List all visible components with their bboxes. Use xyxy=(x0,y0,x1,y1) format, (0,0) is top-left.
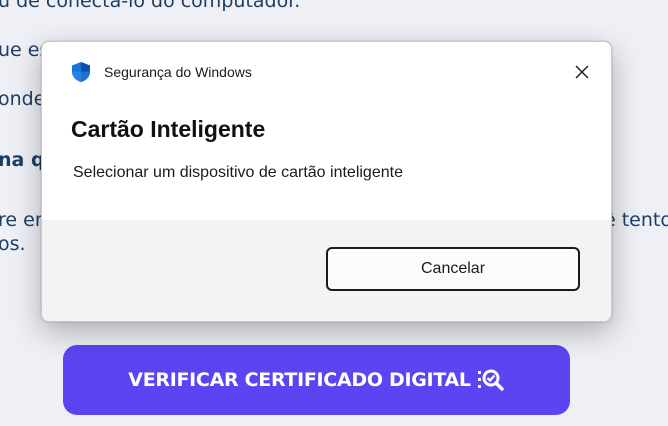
verify-button-label: VERIFICAR CERTIFICADO DIGITAL xyxy=(128,369,471,391)
dialog-title: Cartão Inteligente xyxy=(71,116,266,142)
bg-text-line: na q xyxy=(0,149,45,171)
windows-security-dialog: Segurança do Windows Cartão Inteligente … xyxy=(41,41,612,322)
cancel-button[interactable]: Cancelar xyxy=(326,247,580,291)
bg-text-line: onde xyxy=(0,88,46,110)
bg-text-line: u de conectá-lo do computador. xyxy=(0,0,301,12)
dialog-header: Segurança do Windows xyxy=(70,60,252,84)
dialog-footer: Cancelar xyxy=(42,220,611,321)
bg-text-line: os. xyxy=(0,233,26,255)
search-check-icon xyxy=(477,369,504,391)
bg-text-line: re en xyxy=(0,209,47,231)
close-button[interactable] xyxy=(567,57,597,87)
dialog-app-title: Segurança do Windows xyxy=(104,64,252,80)
close-icon xyxy=(575,65,589,79)
verify-certificate-button[interactable]: VERIFICAR CERTIFICADO DIGITAL xyxy=(63,345,570,415)
bg-text-line: ê tento xyxy=(604,209,668,231)
dialog-description: Selecionar um dispositivo de cartão inte… xyxy=(73,164,403,181)
shield-icon xyxy=(72,62,90,82)
